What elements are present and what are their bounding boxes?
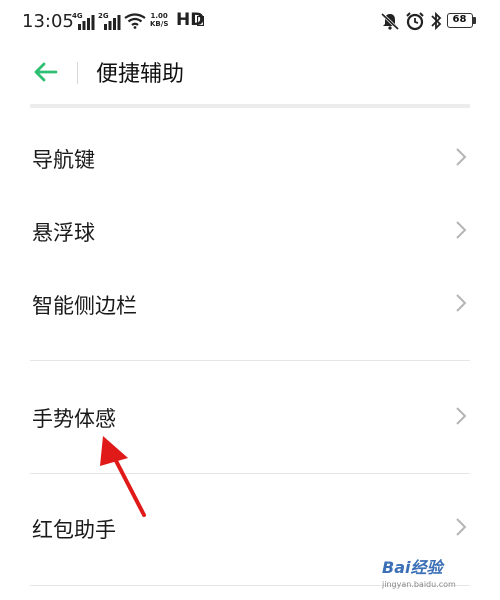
chevron-right-icon (456, 518, 467, 536)
bluetooth-icon (431, 11, 442, 31)
speed-value: 1.00 (150, 12, 168, 20)
header-divider (77, 62, 78, 84)
menu-item-label: 智能侧边栏 (32, 294, 137, 318)
chevron-right-icon (456, 407, 467, 425)
battery-icon: 68 (447, 13, 473, 28)
menu-item-label: 悬浮球 (32, 221, 95, 245)
back-arrow-icon (34, 62, 58, 82)
back-button[interactable] (24, 54, 64, 90)
section-divider (30, 473, 470, 474)
chevron-right-icon (456, 148, 467, 166)
battery-nub (473, 17, 476, 24)
watermark-text: Bai经验 (382, 558, 443, 577)
chevron-right-icon (456, 221, 467, 239)
chevron-right-icon (456, 294, 467, 312)
alarm-icon (406, 12, 424, 31)
menu-item-navigation-keys[interactable]: 导航键 (0, 122, 500, 194)
page-title: 便捷辅助 (96, 62, 185, 87)
section-divider (30, 360, 470, 361)
status-bar: 13:05 4G 2G 1.00 KB/S HD 68 (0, 0, 500, 44)
menu-item-gestures-motions[interactable]: 手势体感 (0, 381, 500, 453)
hd-indicator-icon (197, 16, 204, 26)
menu-item-label: 导航键 (32, 148, 95, 172)
watermark: Bai经验 jingyan.baidu.com (360, 552, 495, 596)
page-header: 便捷辅助 (0, 44, 500, 100)
menu-item-smart-sidebar[interactable]: 智能侧边栏 (0, 268, 500, 340)
mute-icon (380, 12, 400, 30)
menu-item-label: 手势体感 (32, 407, 116, 431)
network-speed: 1.00 KB/S (150, 12, 168, 28)
header-rule (30, 104, 470, 108)
status-time: 13:05 (22, 11, 74, 32)
menu-item-label: 红包助手 (32, 518, 116, 542)
speed-unit: KB/S (150, 20, 169, 28)
menu-item-floating-ball[interactable]: 悬浮球 (0, 195, 500, 267)
watermark-url: jingyan.baidu.com (382, 580, 456, 589)
wifi-icon (124, 13, 146, 29)
battery-level: 68 (452, 14, 467, 25)
